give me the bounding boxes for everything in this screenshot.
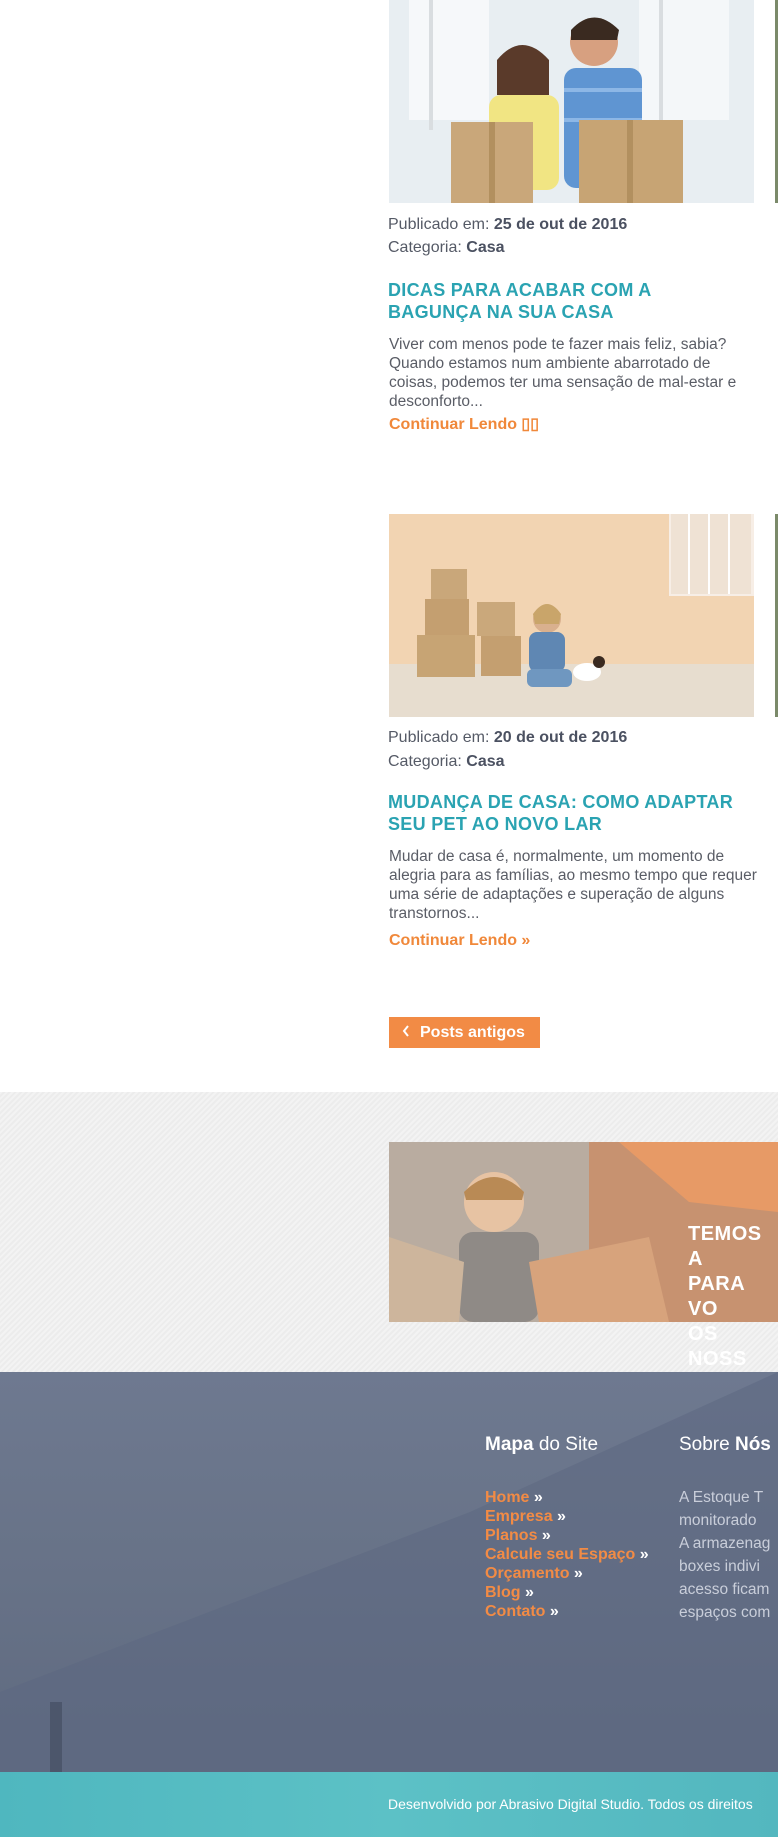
banner-headline: TEMOS A PARA VO OS NOSS <box>688 1223 762 1370</box>
post-date: Publicado em: 25 de out de 2016 <box>388 216 628 233</box>
sitemap-item-home[interactable]: Home » <box>485 1488 649 1507</box>
post-title[interactable]: DICAS PARA ACABAR COM A BAGUNÇA NA SUA C… <box>388 279 760 323</box>
older-posts-label: Posts antigos <box>420 1023 525 1041</box>
post-excerpt: Mudar de casa é, normalmente, um momento… <box>389 848 757 922</box>
sitemap-item-contato[interactable]: Contato » <box>485 1602 649 1621</box>
post-category: Categoria: Casa <box>388 753 505 770</box>
post-category: Categoria: Casa <box>388 239 505 256</box>
chevron-left-icon <box>402 1024 410 1042</box>
post-category-link[interactable]: Casa <box>466 239 504 256</box>
read-more-link[interactable]: Continuar Lendo ▯▯ <box>389 415 539 435</box>
sitemap-item-empresa[interactable]: Empresa » <box>485 1507 649 1526</box>
post-date: Publicado em: 20 de out de 2016 <box>388 729 628 746</box>
read-more-link[interactable]: Continuar Lendo » <box>389 931 530 951</box>
sitemap-list: Home » Empresa » Planos » Calcule seu Es… <box>485 1488 649 1621</box>
post-excerpt: Viver com menos pode te fazer mais feliz… <box>389 336 737 410</box>
footer <box>0 1372 778 1772</box>
about-text: A Estoque T monitorado A armazenag boxes… <box>679 1489 771 1621</box>
post-date-value: 25 de out de 2016 <box>493 216 628 233</box>
older-posts-button[interactable]: Posts antigos <box>389 1017 540 1048</box>
about-heading: Sobre Nós <box>679 1434 771 1455</box>
post-title[interactable]: MUDANÇA DE CASA: COMO ADAPTAR SEU PET AO… <box>388 791 760 835</box>
sitemap-heading: Mapa do Site <box>485 1434 599 1455</box>
post-image[interactable] <box>389 514 754 717</box>
sitemap-item-orcamento[interactable]: Orçamento » <box>485 1564 649 1583</box>
post-category-link[interactable]: Casa <box>466 753 504 770</box>
sitemap-item-blog[interactable]: Blog » <box>485 1583 649 1602</box>
sitemap-item-calcule[interactable]: Calcule seu Espaço » <box>485 1545 649 1564</box>
sitemap-item-planos[interactable]: Planos » <box>485 1526 649 1545</box>
post-date-value: 20 de out de 2016 <box>493 729 628 746</box>
credits-text: Desenvolvido por Abrasivo Digital Studio… <box>388 1796 753 1812</box>
post-image[interactable] <box>389 0 754 203</box>
